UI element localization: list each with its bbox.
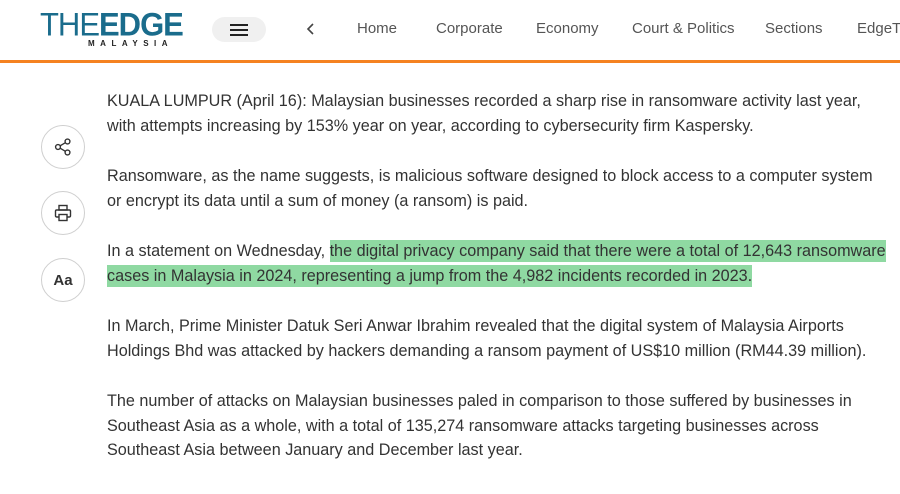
nav-item-corporate[interactable]: Corporate [436, 20, 503, 37]
nav-item-economy[interactable]: Economy [536, 20, 599, 37]
article-paragraph-2: Ransomware, as the name suggests, is mal… [107, 167, 873, 210]
top-navigation-bar: THEEDGE MALAYSIA Home Corporate Economy … [0, 0, 900, 60]
chevron-left-icon [306, 23, 314, 35]
print-icon [54, 204, 72, 222]
share-icon [54, 138, 71, 156]
paragraph-3-lead: In a statement on Wednesday, [107, 242, 330, 260]
article-paragraph-5: The number of attacks on Malaysian busin… [107, 392, 852, 459]
hamburger-icon [230, 23, 248, 36]
nav-item-home[interactable]: Home [357, 20, 397, 37]
header-accent-divider [0, 60, 900, 63]
font-size-button[interactable]: Aa [41, 258, 85, 302]
font-size-label: Aa [53, 271, 73, 289]
print-button[interactable] [41, 191, 85, 235]
nav-scroll-left-button[interactable] [300, 18, 322, 40]
site-logo[interactable]: THEEDGE MALAYSIA [40, 6, 195, 50]
article-paragraph-3: In a statement on Wednesday, the digital… [107, 239, 887, 288]
logo-subtitle: MALAYSIA [88, 39, 174, 48]
nav-item-court-politics[interactable]: Court & Politics [632, 20, 735, 37]
nav-item-sections[interactable]: Sections [765, 20, 823, 37]
nav-item-edgetv[interactable]: EdgeTV [857, 20, 900, 37]
article-body: KUALA LUMPUR (April 16): Malaysian busin… [107, 89, 887, 489]
article-paragraph-1: KUALA LUMPUR (April 16): Malaysian busin… [107, 92, 861, 135]
article-paragraph-4: In March, Prime Minister Datuk Seri Anwa… [107, 317, 867, 360]
menu-button[interactable] [212, 17, 266, 42]
share-button[interactable] [41, 125, 85, 169]
logo-wordmark: THEEDGE [40, 6, 184, 43]
